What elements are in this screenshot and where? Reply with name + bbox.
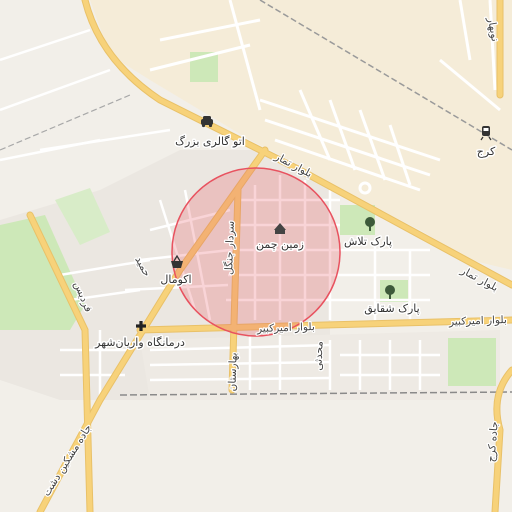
poi-park-shaghayegh[interactable]: پارک شقایق xyxy=(363,285,421,318)
poi-label-clinic: درمانگاه واریان‌شهر xyxy=(94,336,185,349)
road-label-mashkin-dasht-road: جاده مشکین دشت xyxy=(41,422,95,498)
label-layer: بلوار تمار بلوار تمار بلوار امیرکبیر بلو… xyxy=(39,14,508,500)
poi-label-karaj: کرج xyxy=(477,145,496,158)
road-label-tamar: بلوار تمار xyxy=(272,150,314,180)
road-label-nowbahar: نوبهار xyxy=(485,15,501,42)
sports-icon xyxy=(274,223,286,234)
poi-auto-gallery[interactable]: اتو گالری بزرگ xyxy=(174,116,246,150)
medical-cross-icon xyxy=(136,321,146,331)
road-label-karaj-road: جاده کرج xyxy=(485,421,501,463)
poi-label-auto-gallery: اتو گالری بزرگ xyxy=(175,135,245,148)
poi-label-park-shaghayegh: پارک شقایق xyxy=(364,302,419,316)
shopping-basket-icon xyxy=(171,254,183,268)
poi-label-park-talash: پارک تلاش xyxy=(344,235,392,248)
road-label-baharestan: بهارستان xyxy=(226,352,239,391)
poi-karaj-station[interactable]: کرج xyxy=(475,126,497,160)
road-label-amirkabir-east: بلوار امیرکبیر xyxy=(448,314,507,328)
tree-icon xyxy=(365,217,375,231)
map-canvas[interactable]: بلوار تمار بلوار تمار بلوار امیرکبیر بلو… xyxy=(0,0,512,512)
tree-icon xyxy=(385,285,395,299)
road-label-tamar-east: بلوار تمار xyxy=(458,264,500,294)
train-station-icon xyxy=(480,126,492,141)
road-label-sardar-jangal: سردار جنگل xyxy=(222,221,237,275)
poi-label-zamin-chaman: زمین چمن xyxy=(256,238,304,251)
poi-okomal[interactable]: اکومال xyxy=(159,254,193,288)
poi-zamin-chaman[interactable]: زمین چمن xyxy=(255,223,305,253)
poi-label-okomal: اکومال xyxy=(160,273,191,286)
poi-park-talash[interactable]: پارک تلاش xyxy=(342,217,394,250)
road-label-mohaddesi: محدثی xyxy=(312,341,325,371)
road-label-fardis: فردیس xyxy=(71,280,94,314)
car-icon xyxy=(201,116,213,128)
poi-clinic[interactable]: درمانگاه واریان‌شهر xyxy=(93,321,186,351)
road-label-amirkabir-mid: بلوار امیرکبیر xyxy=(256,321,315,335)
road-label-hamid: حمید xyxy=(132,254,153,278)
